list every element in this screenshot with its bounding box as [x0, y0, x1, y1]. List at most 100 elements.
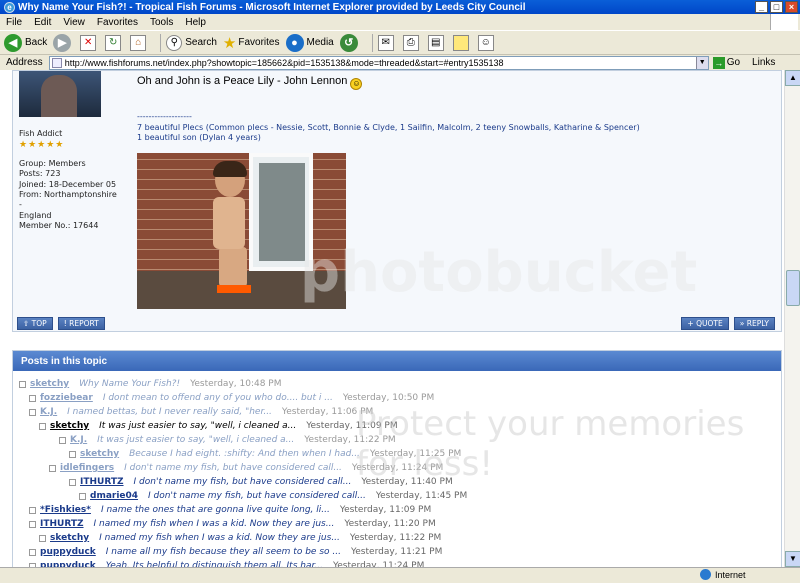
reply-button[interactable]: » REPLY	[733, 317, 775, 330]
star-icon: ★	[222, 34, 237, 52]
maximize-button[interactable]: □	[770, 1, 783, 13]
search-button[interactable]: ⚲ Search	[166, 34, 217, 51]
tree-node-icon	[79, 492, 86, 500]
status-bar: Internet	[0, 567, 800, 583]
messenger-button[interactable]: ☺	[477, 34, 497, 51]
topic-row[interactable]: dmarie04 I don't name my fish, but have c…	[19, 489, 779, 503]
topic-row-title[interactable]: Because I had eight. :shifty: And then w…	[129, 449, 360, 459]
report-button[interactable]: ! REPORT	[57, 317, 105, 330]
favorites-button[interactable]: ★ Favorites	[223, 34, 280, 52]
top-button[interactable]: ⇧ TOP	[17, 317, 53, 330]
topic-row[interactable]: K.J. It was just easier to say, "well, i …	[19, 433, 779, 447]
topic-row-title[interactable]: I don't name my fish, but have considere…	[124, 463, 342, 473]
refresh-icon: ↻	[105, 34, 122, 51]
tree-node-icon	[39, 534, 46, 542]
mail-button[interactable]: ✉	[377, 34, 397, 51]
tree-node-icon	[39, 422, 46, 430]
tree-node-icon	[19, 380, 26, 388]
menu-edit[interactable]: Edit	[34, 17, 51, 28]
refresh-button[interactable]: ↻	[105, 34, 124, 51]
topic-row-user[interactable]: sketchy	[30, 379, 69, 389]
topic-row-date: Yesterday, 11:40 PM	[361, 477, 453, 487]
topic-row-user[interactable]: dmarie04	[90, 491, 138, 501]
topic-row[interactable]: fozziebear I dont mean to offend any of y…	[19, 391, 779, 405]
menu-help[interactable]: Help	[185, 17, 206, 28]
author-joined: Joined: 18-December 05	[19, 179, 117, 189]
history-button[interactable]: ↺	[339, 33, 361, 52]
author-posts: Posts: 723	[19, 169, 61, 179]
address-dropdown-icon[interactable]: ▼	[695, 56, 708, 69]
windows-logo	[770, 14, 798, 30]
topic-row-title[interactable]: I named my fish when I was a kid. Now th…	[99, 533, 340, 543]
globe-icon	[700, 569, 711, 580]
vertical-scrollbar[interactable]: ▲ ▼	[784, 70, 800, 567]
signature-line-1: 7 beautiful Plecs (Common plecs - Nessie…	[137, 122, 640, 132]
menu-view[interactable]: View	[63, 17, 85, 28]
topic-row-user[interactable]: idlefingers	[60, 463, 114, 473]
stop-button[interactable]: ✕	[80, 34, 99, 51]
topic-row-title[interactable]: I name the ones that are gonna live quit…	[101, 505, 330, 515]
scroll-thumb[interactable]	[786, 270, 800, 306]
search-icon: ⚲	[166, 34, 183, 51]
minimize-button[interactable]: _	[755, 1, 768, 13]
topic-row-user[interactable]: *Fishkies*	[40, 505, 91, 515]
topic-row-title[interactable]: It was just easier to say, "well, i clea…	[99, 421, 296, 431]
topic-row-date: Yesterday, 11:09 PM	[339, 505, 432, 515]
post-text: Oh and John is a Peace Lily - John Lenno…	[137, 75, 348, 87]
topic-row[interactable]: puppyduck I name all my fish because they…	[19, 545, 779, 559]
media-button[interactable]: ● Media	[285, 33, 334, 52]
topic-row-user[interactable]: K.J.	[40, 407, 57, 417]
topic-row-user[interactable]: fozziebear	[40, 393, 93, 403]
topic-row[interactable]: K.J. I named bettas, but I never really s…	[19, 405, 779, 419]
topic-row[interactable]: idlefingers I don't name my fish, but hav…	[19, 461, 779, 475]
topic-row-user[interactable]: ITHURTZ	[80, 477, 124, 487]
author-group: Group: Members	[19, 158, 86, 168]
scroll-down-icon[interactable]: ▼	[785, 551, 800, 567]
scroll-up-icon[interactable]: ▲	[785, 70, 800, 86]
topic-row[interactable]: sketchy Why Name Your Fish?! Yesterday, 10…	[19, 377, 779, 391]
topic-row-date: Yesterday, 11:06 PM	[281, 407, 374, 417]
menu-tools[interactable]: Tools	[150, 17, 173, 28]
topic-row[interactable]: ITHURTZ I named my fish when I was a kid.…	[19, 517, 779, 531]
topic-row-title[interactable]: I dont mean to offend any of you who do.…	[103, 393, 333, 403]
tree-node-icon	[69, 450, 76, 458]
topic-row[interactable]: sketchy It was just easier to say, "well,…	[19, 419, 779, 433]
edit-button[interactable]: ▤	[427, 34, 447, 51]
forward-arrow-icon: ▶	[53, 33, 72, 52]
topic-row-title[interactable]: I named my fish when I was a kid. Now th…	[94, 519, 335, 529]
back-button[interactable]: ◀ Back	[4, 33, 47, 52]
close-button[interactable]: ×	[785, 1, 798, 13]
signature-photo	[137, 153, 346, 309]
menu-favorites[interactable]: Favorites	[97, 17, 138, 28]
print-button[interactable]: ⎙	[402, 34, 422, 51]
home-button[interactable]: ⌂	[130, 34, 149, 51]
address-input[interactable]: http://www.fishforums.net/index.php?show…	[48, 55, 709, 70]
topic-row[interactable]: ITHURTZ I don't name my fish, but have co…	[19, 475, 779, 489]
topic-row[interactable]: sketchy I named my fish when I was a kid.…	[19, 531, 779, 545]
topic-row-user[interactable]: sketchy	[50, 421, 89, 431]
forward-button[interactable]: ▶	[53, 33, 74, 52]
topic-row-user[interactable]: sketchy	[50, 533, 89, 543]
reply-label: REPLY	[746, 319, 769, 328]
topic-row-title[interactable]: I name all my fish because they all seem…	[106, 547, 341, 557]
go-button[interactable]: → Go	[712, 56, 740, 69]
topic-row-title[interactable]: I don't name my fish, but have considere…	[148, 491, 366, 501]
topic-row-title[interactable]: Why Name Your Fish?!	[79, 379, 180, 389]
security-zone: Internet	[700, 569, 746, 580]
links-button[interactable]: Links	[752, 57, 775, 68]
topic-row-user[interactable]: sketchy	[80, 449, 119, 459]
quote-button[interactable]: + QUOTE	[681, 317, 729, 330]
signature-line-2: 1 beautiful son (Dylan 4 years)	[137, 133, 261, 142]
topic-row-user[interactable]: ITHURTZ	[40, 519, 84, 529]
post-body: Oh and John is a Peace Lily - John Lenno…	[137, 75, 757, 144]
topic-row[interactable]: *Fishkies* I name the ones that are gonna…	[19, 503, 779, 517]
topic-row-user[interactable]: puppyduck	[40, 547, 96, 557]
topic-row-user[interactable]: K.J.	[70, 435, 87, 445]
topic-row-title[interactable]: I don't name my fish, but have considere…	[134, 477, 352, 487]
topic-row[interactable]: puppyduck Yeah. Its helpful to distinguis…	[19, 559, 779, 567]
discuss-button[interactable]	[452, 34, 472, 51]
topic-row[interactable]: sketchy Because I had eight. :shifty: And…	[19, 447, 779, 461]
menu-file[interactable]: File	[6, 17, 22, 28]
topic-row-title[interactable]: It was just easier to say, "well, i clea…	[97, 435, 294, 445]
topic-row-title[interactable]: I named bettas, but I never really said,…	[67, 407, 272, 417]
